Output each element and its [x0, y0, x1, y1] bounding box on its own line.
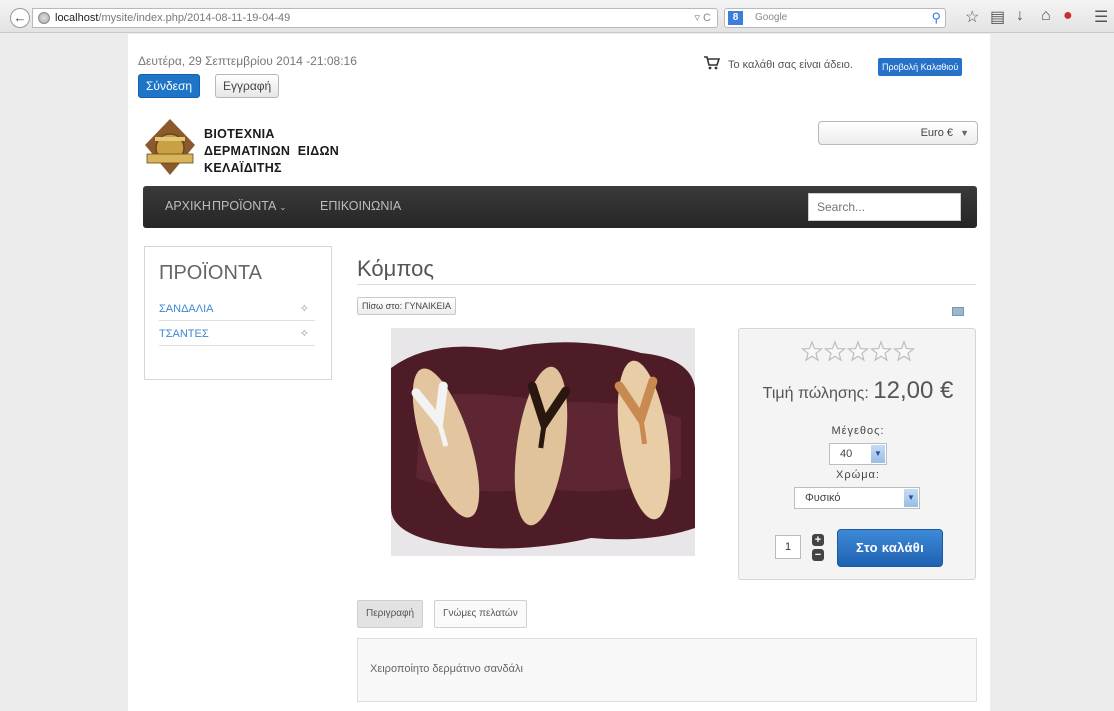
reload-icon[interactable]: ▿ C	[694, 9, 711, 27]
size-select[interactable]: 40 ▼	[829, 443, 887, 465]
chevron-down-icon: ▼	[871, 445, 885, 463]
main-navbar: ΑΡΧΙΚΗ ΠΡΟΪΟΝΤΑ ⌄ ΕΠΙΚΟΙΝΩΝΙΑ	[143, 186, 977, 228]
add-to-cart-button[interactable]: Στο καλάθι	[837, 529, 943, 567]
sidebar-title: ΠΡΟΪΟΝΤΑ	[159, 262, 262, 284]
expand-icon[interactable]: ✧	[300, 297, 309, 321]
cart-icon	[704, 56, 720, 70]
star-icon[interactable]	[800, 340, 824, 362]
site-page: Δευτέρα, 29 Σεπτεμβρίου 2014 -21:08:16 Σ…	[128, 34, 990, 711]
minus-icon[interactable]: −	[812, 549, 824, 561]
logo-emblem	[145, 119, 195, 175]
search-engine-placeholder: Google	[755, 12, 788, 23]
currency-select[interactable]: Euro € ▼	[818, 121, 978, 145]
description-text: Χειροποίητο δερμάτινο σανδάλι	[370, 663, 523, 675]
google-icon: 8	[728, 11, 743, 25]
description-panel: Χειροποίητο δερμάτινο σανδάλι	[357, 638, 977, 702]
chevron-down-icon: ▼	[904, 489, 918, 507]
tab-description[interactable]: Περιγραφή	[357, 600, 424, 628]
color-select[interactable]: Φυσικό ▼	[794, 487, 920, 509]
chevron-down-icon: ▼	[960, 128, 969, 138]
sidebar-item-sandals[interactable]: ΣΑΝΔΑΛΙΑ ✧	[159, 297, 315, 321]
color-label: Χρώμα:	[836, 469, 880, 481]
price: Τιμή πώλησης: 12,00 €	[739, 377, 977, 405]
login-button[interactable]: Σύνδεση	[138, 74, 201, 98]
nav-contact[interactable]: ΕΠΙΚΟΙΝΩΝΙΑ	[320, 199, 401, 213]
search-engine-box[interactable]: 8 Google ⚲	[724, 8, 946, 28]
search-input[interactable]	[808, 193, 961, 221]
register-button[interactable]: Εγγραφή	[215, 74, 280, 98]
nav-products-label: ΠΡΟΪΟΝΤΑ	[212, 199, 276, 213]
sidebar-categories: ΠΡΟΪΟΝΤΑ ΣΑΝΔΑΛΙΑ ✧ ΤΣΑΝΤΕΣ ✧	[144, 246, 332, 380]
quantity-input[interactable]: 1	[775, 535, 801, 559]
globe-icon	[38, 12, 50, 24]
divider	[357, 284, 976, 285]
plus-icon[interactable]: +	[812, 534, 824, 546]
menu-icon[interactable]: ☰	[1094, 7, 1108, 27]
back-to-category-button[interactable]: Πίσω στο: ΓΥΝΑΙΚΕΙΑ	[357, 297, 457, 315]
cart-status: Το καλάθι σας είναι άδειο.	[728, 59, 853, 71]
magnifier-icon[interactable]: ⚲	[931, 9, 941, 27]
sidebar-item-label: ΣΑΝΔΑΛΙΑ	[159, 303, 214, 315]
tab-reviews[interactable]: Γνώμες πελατών	[434, 600, 527, 628]
nav-products[interactable]: ΠΡΟΪΟΝΤΑ ⌄	[212, 199, 287, 213]
nav-home[interactable]: ΑΡΧΙΚΗ	[165, 199, 211, 213]
download-icon[interactable]: ↓	[1016, 7, 1024, 25]
sidebar-item-label: ΤΣΑΝΤΕΣ	[159, 328, 209, 340]
logo-text: ΒΙΟΤΕΧΝΙΑ ΔΕΡΜΑΤΙΝΩΝ ΕΙΔΩΝ ΚΕΛΑΪΔΙΤΗΣ	[204, 126, 339, 177]
sidebar-item-bags[interactable]: ΤΣΑΝΤΕΣ ✧	[159, 322, 315, 346]
product-title: Κόμπος	[357, 256, 435, 281]
address-bar[interactable]: localhost/mysite/index.php/2014-08-11-19…	[32, 8, 718, 28]
logo-line-2: ΔΕΡΜΑΤΙΝΩΝ ΕΙΔΩΝ	[204, 144, 340, 158]
bookmarks-list-icon[interactable]: ▤	[990, 7, 1005, 27]
star-icon[interactable]	[823, 340, 847, 362]
price-label: Τιμή πώλησης:	[762, 385, 869, 402]
home-icon[interactable]: ⌂	[1041, 7, 1051, 25]
email-icon[interactable]	[952, 307, 964, 316]
price-value: 12,00 €	[873, 377, 954, 404]
url-host: localhost	[55, 12, 99, 24]
chevron-down-icon: ⌄	[279, 202, 287, 212]
purchase-box: Τιμή πώλησης: 12,00 € Μέγεθος: 40 ▼ Χρώμ…	[738, 328, 976, 580]
logo-line-1: ΒΙΟΤΕΧΝΙΑ	[204, 127, 275, 141]
rating-stars	[800, 340, 916, 362]
browser-toolbar: ← localhost/mysite/index.php/2014-08-11-…	[0, 0, 1114, 33]
back-arrow-icon[interactable]: ←	[10, 8, 30, 28]
size-label: Μέγεθος:	[831, 425, 885, 437]
star-icon[interactable]	[846, 340, 870, 362]
view-cart-button[interactable]: Προβολή Καλαθιού	[878, 58, 963, 76]
star-icon[interactable]	[869, 340, 893, 362]
url-path: /mysite/index.php/2014-08-11-19-04-49	[98, 12, 291, 24]
adblock-icon[interactable]: ●	[1063, 7, 1073, 25]
bookmark-star-icon[interactable]: ☆	[965, 7, 979, 27]
currency-value: Euro €	[920, 127, 953, 139]
size-value: 40	[840, 448, 853, 460]
logo-line-3: ΚΕΛΑΪΔΙΤΗΣ	[204, 161, 282, 175]
expand-icon[interactable]: ✧	[300, 322, 309, 346]
star-icon[interactable]	[892, 340, 916, 362]
color-value: Φυσικό	[805, 492, 841, 504]
product-image[interactable]	[391, 328, 695, 556]
date-time: Δευτέρα, 29 Σεπτεμβρίου 2014 -21:08:16	[138, 54, 357, 68]
